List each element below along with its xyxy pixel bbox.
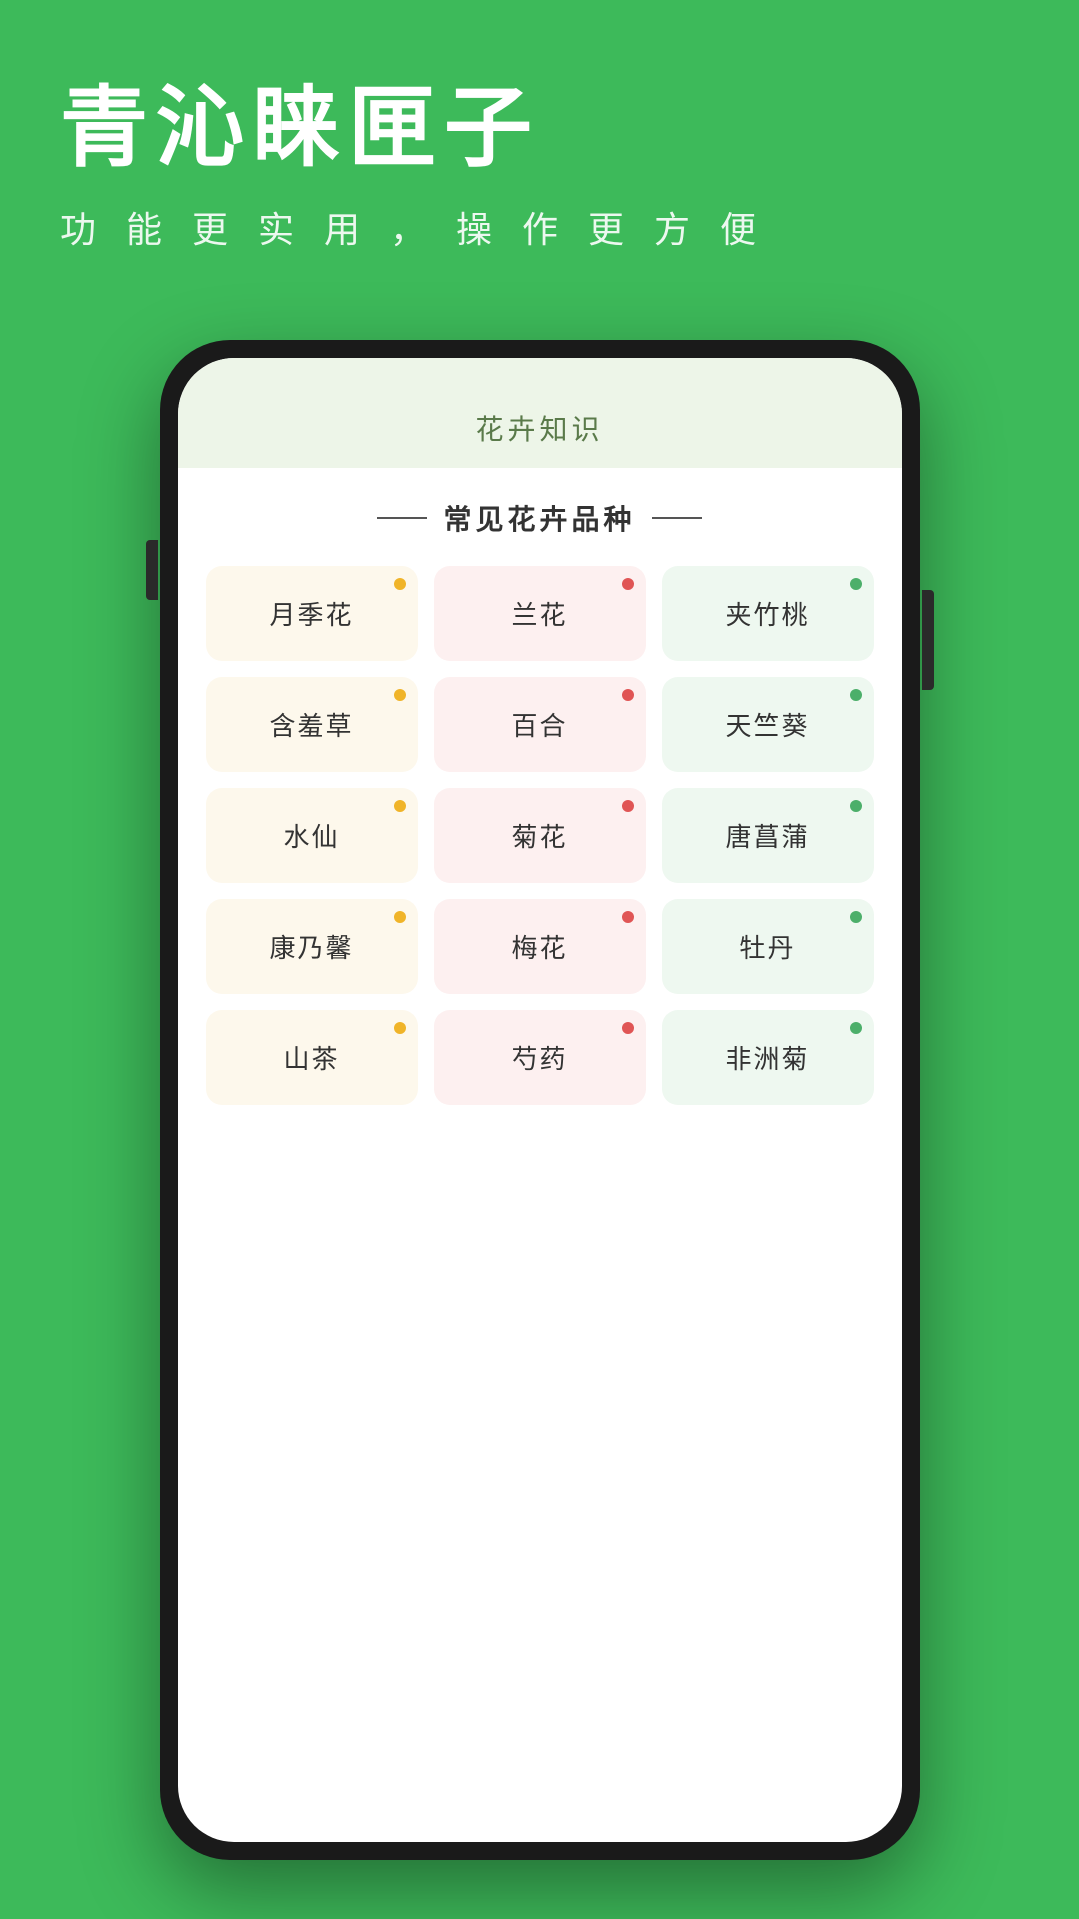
flower-name: 百合 xyxy=(511,706,567,743)
flower-name: 天竺葵 xyxy=(725,706,809,743)
flower-dot-icon xyxy=(850,578,862,590)
flower-name: 非洲菊 xyxy=(725,1039,809,1076)
phone-screen: 花卉知识 常见花卉品种 月季花 兰花 夹竹桃含羞草 百合 天竺葵水仙 菊花 唐菖蒲康乃馨 梅花… xyxy=(178,358,902,1842)
flower-dot-icon xyxy=(850,800,862,812)
flower-name: 兰花 xyxy=(511,595,567,632)
flower-dot-icon xyxy=(622,578,634,590)
flower-name: 夹竹桃 xyxy=(725,595,809,632)
flower-name: 含羞草 xyxy=(269,706,353,743)
flower-card[interactable]: 牡丹 xyxy=(662,899,874,994)
flower-name: 康乃馨 xyxy=(269,928,353,965)
flower-name: 梅花 xyxy=(511,928,567,965)
flower-dot-icon xyxy=(394,911,406,923)
sub-title: 功 能 更 实 用 ， 操 作 更 方 便 xyxy=(60,201,1019,253)
screen-title: 花卉知识 xyxy=(208,408,872,448)
flower-card[interactable]: 兰花 xyxy=(434,566,646,661)
flower-card[interactable]: 唐菖蒲 xyxy=(662,788,874,883)
flower-name: 芍药 xyxy=(511,1039,567,1076)
section-header-text: 常见花卉品种 xyxy=(443,498,635,538)
flower-card[interactable]: 含羞草 xyxy=(206,677,418,772)
section-header-line-right xyxy=(652,517,702,519)
flower-name: 水仙 xyxy=(283,817,339,854)
flower-card[interactable]: 康乃馨 xyxy=(206,899,418,994)
flower-dot-icon xyxy=(622,800,634,812)
screen-top-bar: 花卉知识 xyxy=(178,358,902,468)
flower-card[interactable]: 月季花 xyxy=(206,566,418,661)
flower-dot-icon xyxy=(394,689,406,701)
flower-card[interactable]: 非洲菊 xyxy=(662,1010,874,1105)
flower-name: 菊花 xyxy=(511,817,567,854)
flower-card[interactable]: 梅花 xyxy=(434,899,646,994)
flower-dot-icon xyxy=(394,1022,406,1034)
flower-name: 牡丹 xyxy=(739,928,795,965)
flower-dot-icon xyxy=(622,911,634,923)
phone-wrapper: 花卉知识 常见花卉品种 月季花 兰花 夹竹桃含羞草 百合 天竺葵水仙 菊花 唐菖蒲康乃馨 梅花… xyxy=(160,340,920,1860)
phone-frame: 花卉知识 常见花卉品种 月季花 兰花 夹竹桃含羞草 百合 天竺葵水仙 菊花 唐菖蒲康乃馨 梅花… xyxy=(160,340,920,1860)
header-section: 青沁睐匣子 功 能 更 实 用 ， 操 作 更 方 便 xyxy=(0,0,1079,293)
flower-dot-icon xyxy=(850,911,862,923)
flower-card[interactable]: 山茶 xyxy=(206,1010,418,1105)
flower-card[interactable]: 夹竹桃 xyxy=(662,566,874,661)
flower-card[interactable]: 百合 xyxy=(434,677,646,772)
flower-card[interactable]: 天竺葵 xyxy=(662,677,874,772)
flower-card[interactable]: 菊花 xyxy=(434,788,646,883)
flower-dot-icon xyxy=(622,689,634,701)
flower-card[interactable]: 水仙 xyxy=(206,788,418,883)
section-header-line-left xyxy=(377,517,427,519)
flower-grid: 月季花 兰花 夹竹桃含羞草 百合 天竺葵水仙 菊花 唐菖蒲康乃馨 梅花 牡丹山茶 芍药 非洲菊 xyxy=(206,566,874,1105)
flower-dot-icon xyxy=(850,689,862,701)
section-header: 常见花卉品种 xyxy=(206,498,874,538)
flower-card[interactable]: 芍药 xyxy=(434,1010,646,1105)
flower-name: 月季花 xyxy=(269,595,353,632)
flower-dot-icon xyxy=(394,800,406,812)
flower-dot-icon xyxy=(394,578,406,590)
flower-dot-icon xyxy=(622,1022,634,1034)
flower-name: 山茶 xyxy=(283,1039,339,1076)
flower-dot-icon xyxy=(850,1022,862,1034)
flower-name: 唐菖蒲 xyxy=(725,817,809,854)
screen-content: 常见花卉品种 月季花 兰花 夹竹桃含羞草 百合 天竺葵水仙 菊花 唐菖蒲康乃馨 梅花 牡丹山茶 芍… xyxy=(178,468,902,1135)
main-title: 青沁睐匣子 xyxy=(60,80,1019,177)
